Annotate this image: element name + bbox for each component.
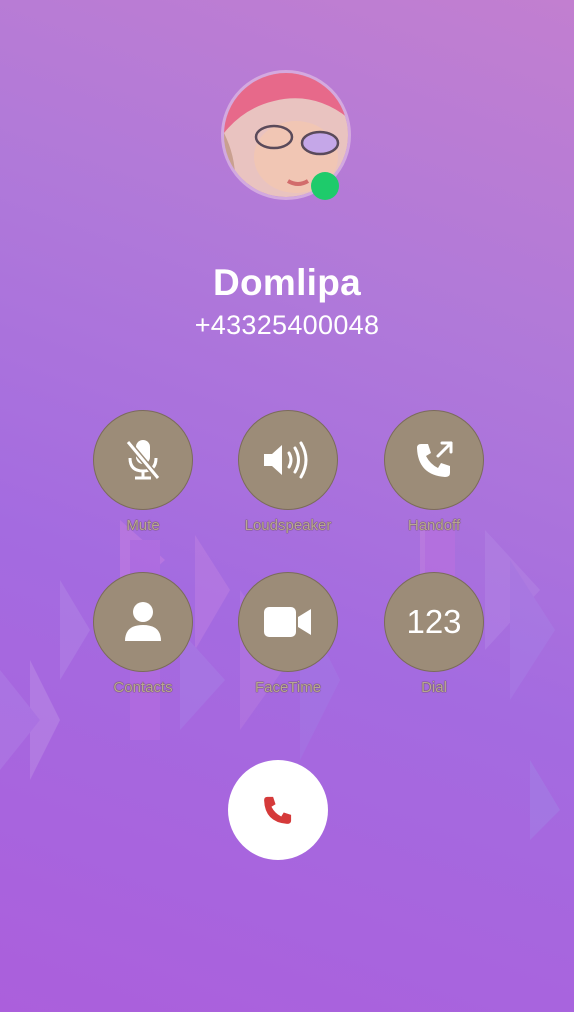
keypad-icon: 123 <box>406 603 462 640</box>
phone-forward-icon <box>417 441 453 477</box>
contacts-label: Contacts <box>113 679 173 696</box>
dial-button[interactable]: 123 Dial <box>379 572 489 696</box>
loudspeaker-button[interactable]: Loudspeaker <box>233 410 343 534</box>
facetime-label: FaceTime <box>254 679 322 696</box>
online-status-indicator <box>311 172 339 200</box>
mute-button[interactable]: Mute <box>88 410 198 534</box>
facetime-button-circle[interactable] <box>238 572 338 672</box>
caller-name: Domlipa <box>212 262 362 303</box>
loudspeaker-button-circle[interactable] <box>238 410 338 510</box>
dial-button-circle[interactable]: 123 <box>384 572 484 672</box>
contacts-button[interactable]: Contacts <box>88 572 198 696</box>
handoff-button-circle[interactable] <box>384 410 484 510</box>
end-call-button[interactable] <box>228 760 328 860</box>
video-camera-icon <box>264 607 311 637</box>
caller-avatar-container <box>221 70 351 200</box>
mic-off-icon <box>125 440 161 480</box>
facetime-button[interactable]: FaceTime <box>233 572 343 696</box>
speaker-icon <box>264 441 308 479</box>
handoff-button[interactable]: Handoff <box>379 410 489 534</box>
caller-number: +43325400048 <box>194 310 380 340</box>
person-icon <box>125 602 161 641</box>
handoff-label: Handoff <box>407 517 461 534</box>
contacts-button-circle[interactable] <box>93 572 193 672</box>
mute-button-circle[interactable] <box>93 410 193 510</box>
dial-label: Dial <box>421 679 447 696</box>
loudspeaker-label: Loudspeaker <box>244 517 332 534</box>
mute-label: Mute <box>126 517 160 534</box>
phone-end-icon <box>264 796 292 824</box>
